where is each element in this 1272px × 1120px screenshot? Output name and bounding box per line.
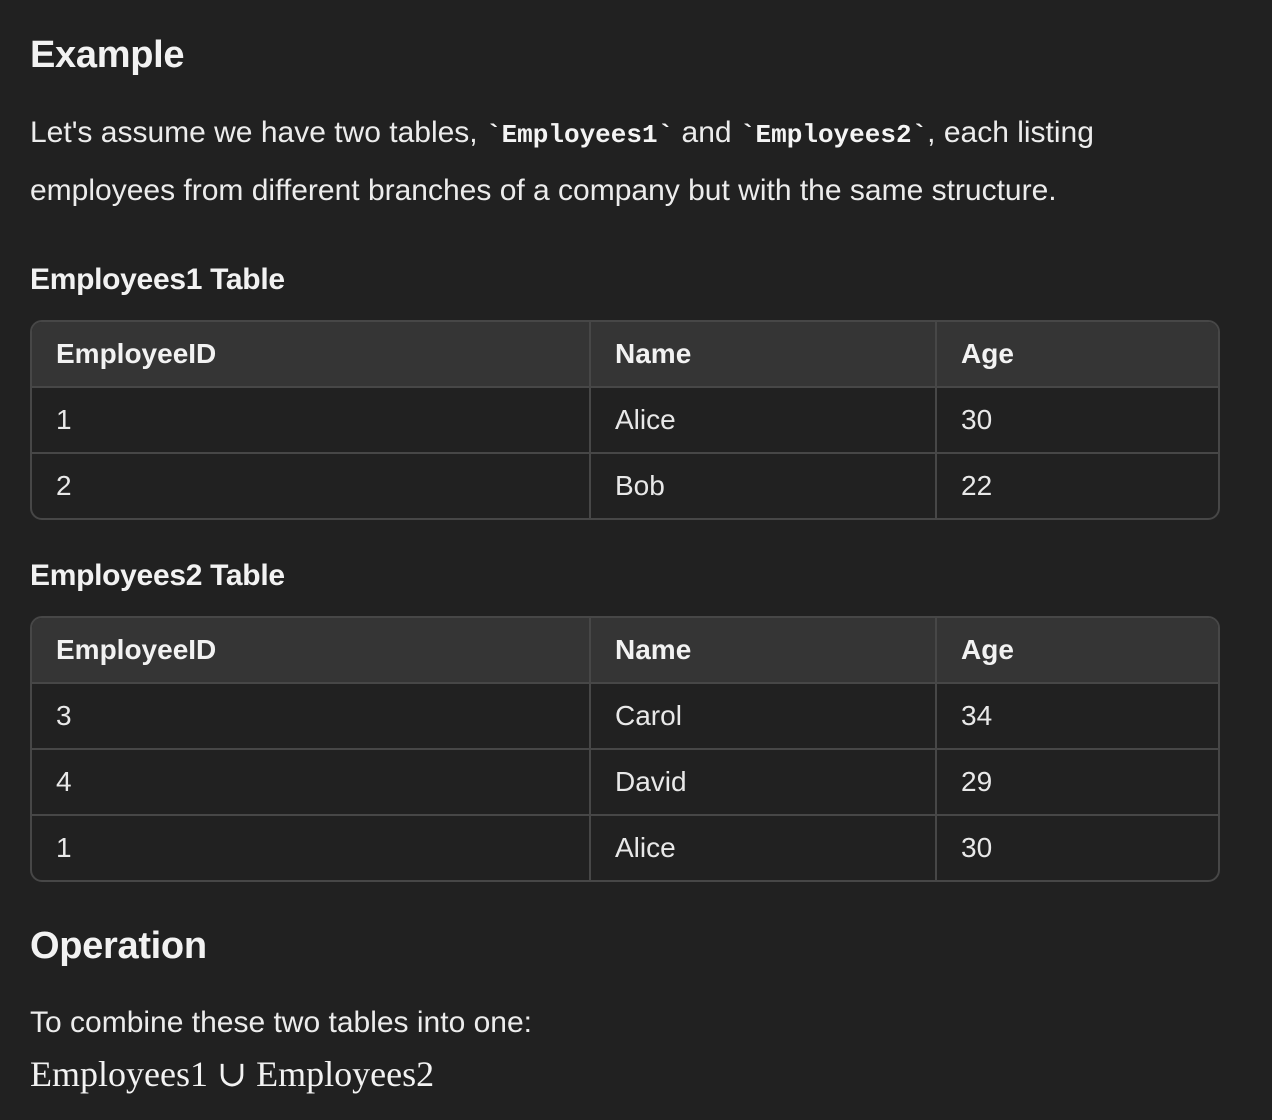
table-header-row: EmployeeID Name Age: [32, 618, 1218, 684]
table-cell: 30: [961, 832, 993, 863]
column-header: Name: [590, 322, 937, 388]
table-row: 2 Bob 22: [32, 453, 1218, 518]
table2-heading: Employees2 Table: [30, 559, 285, 592]
table-cell: 29: [936, 749, 1218, 816]
table-cell: 3: [32, 683, 591, 750]
inline-code-employees1: `Employees1`: [485, 120, 674, 150]
column-header: EmployeeID: [32, 618, 591, 684]
table-cell: 30: [936, 387, 1218, 454]
table-cell: 22: [961, 470, 993, 501]
table-row: 1 Alice 30: [32, 815, 1218, 880]
operation-heading: Operation: [30, 925, 207, 967]
table-row: 3 Carol 34: [32, 683, 1218, 750]
column-header: Age: [936, 618, 1218, 684]
table-row: 1 Alice 30: [32, 387, 1218, 454]
table1-heading: Employees1 Table: [30, 263, 285, 296]
table-cell: 1: [32, 815, 591, 880]
table-cell: Alice: [590, 387, 937, 454]
employees1-table: EmployeeID Name Age 1 Alice 30 2 Bob 22: [30, 320, 1220, 520]
employees2-table: EmployeeID Name Age 3 Carol 34 4 David 2…: [30, 616, 1220, 882]
operation-text: To combine these two tables into one:: [30, 1006, 532, 1039]
table-row: 4 David 29: [32, 749, 1218, 816]
table-cell: 34: [936, 683, 1218, 750]
column-header: Age: [936, 322, 1218, 388]
table-header-row: EmployeeID Name Age: [32, 322, 1218, 388]
union-formula: Employees1 ∪ Employees2: [30, 1054, 435, 1094]
column-header: Name: [590, 618, 937, 684]
table-cell: 1: [32, 387, 591, 454]
table-cell: Alice: [590, 815, 937, 880]
intro-paragraph: Let's assume we have two tables, `Employ…: [30, 105, 1220, 219]
example-heading: Example: [30, 34, 185, 76]
table-cell: Bob: [590, 453, 937, 518]
inline-code-employees2: `Employees2`: [739, 120, 928, 150]
table-cell: Carol: [590, 683, 937, 750]
intro-text-1: Let's assume we have two tables,: [30, 116, 486, 149]
table-cell: David: [590, 749, 937, 816]
intro-text-2: and: [673, 116, 740, 149]
column-header: EmployeeID: [32, 322, 591, 388]
table-cell: 4: [32, 749, 591, 816]
table-cell: 2: [32, 453, 591, 518]
